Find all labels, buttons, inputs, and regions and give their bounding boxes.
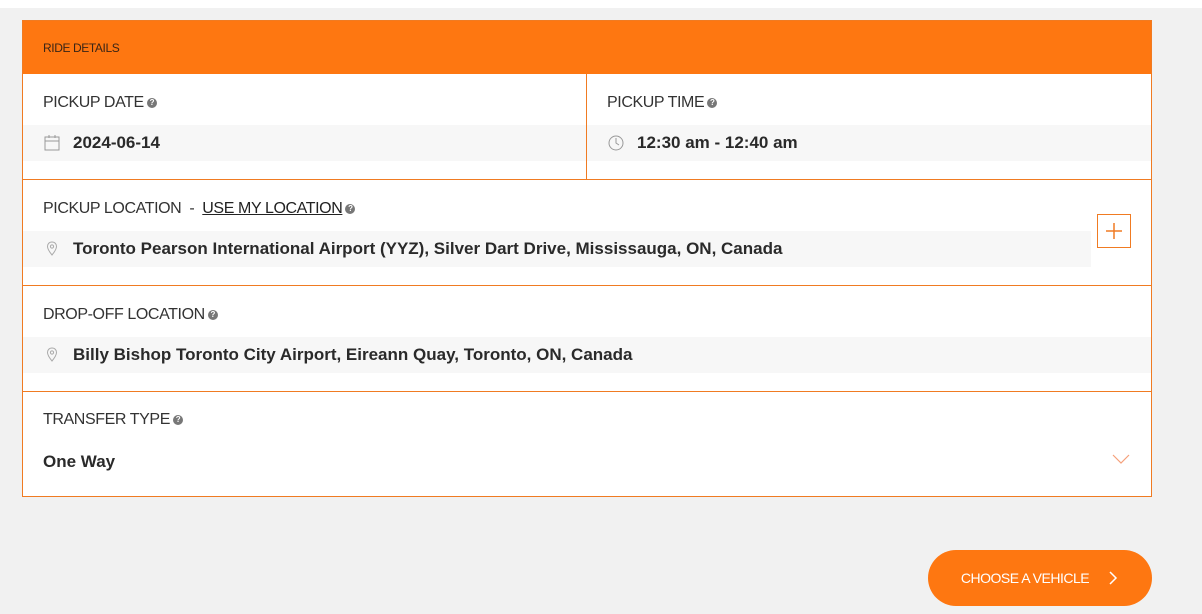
pickup-time-label: PICKUP TIME ? — [607, 94, 718, 112]
pickup-location-label-text: PICKUP LOCATION — [43, 200, 182, 217]
chevron-down-icon[interactable] — [1111, 452, 1131, 466]
transfer-type-label-text: TRANSFER TYPE — [43, 411, 170, 428]
clock-icon — [608, 135, 624, 151]
dropoff-location-input[interactable]: Billy Bishop Toronto City Airport, Eirea… — [23, 337, 1151, 373]
pickup-location-label: PICKUP LOCATION - USE MY LOCATION ? — [43, 200, 356, 218]
transfer-type-label: TRANSFER TYPE ? — [43, 411, 183, 429]
help-icon[interactable]: ? — [707, 98, 718, 108]
use-my-location-link[interactable]: USE MY LOCATION — [202, 200, 343, 218]
add-stop-button[interactable] — [1097, 214, 1131, 248]
transfer-type-row[interactable]: TRANSFER TYPE ? One Way — [23, 391, 1151, 496]
pickup-time-field[interactable]: PICKUP TIME ? 12:30 am - 12:40 am — [587, 74, 1151, 179]
pickup-date-input[interactable]: 2024-06-14 — [23, 125, 586, 161]
pickup-location-value: Toronto Pearson International Airport (Y… — [73, 239, 783, 258]
help-icon[interactable]: ? — [207, 310, 218, 320]
label-separator: - — [189, 200, 195, 217]
calendar-icon — [44, 135, 60, 151]
pickup-location-row: PICKUP LOCATION - USE MY LOCATION ? Toro… — [23, 179, 1151, 285]
pickup-date-field[interactable]: PICKUP DATE ? 2024-06-14 — [23, 74, 587, 179]
dropoff-location-row: DROP-OFF LOCATION ? Billy Bishop Toronto… — [23, 285, 1151, 391]
location-pin-icon — [46, 241, 58, 256]
help-icon[interactable]: ? — [146, 98, 157, 108]
transfer-type-select[interactable]: One Way — [43, 452, 115, 472]
pickup-date-label: PICKUP DATE ? — [43, 94, 157, 112]
dropoff-location-label: DROP-OFF LOCATION ? — [43, 306, 218, 324]
dropoff-location-label-text: DROP-OFF LOCATION — [43, 306, 205, 323]
pickup-time-input[interactable]: 12:30 am - 12:40 am — [587, 125, 1151, 161]
pickup-time-value: 12:30 am - 12:40 am — [637, 133, 798, 152]
help-icon[interactable]: ? — [345, 204, 356, 214]
panel-title: RIDE DETAILS — [43, 40, 120, 55]
panel-header: RIDE DETAILS — [23, 21, 1151, 74]
chevron-right-icon — [1109, 571, 1118, 585]
pickup-location-input[interactable]: Toronto Pearson International Airport (Y… — [23, 231, 1091, 267]
ride-details-panel: RIDE DETAILS PICKUP DATE ? 2024-06-14 PI… — [22, 20, 1152, 497]
choose-vehicle-button[interactable]: CHOOSE A VEHICLE — [928, 550, 1152, 606]
dropoff-location-value: Billy Bishop Toronto City Airport, Eirea… — [73, 345, 633, 364]
pickup-time-label-text: PICKUP TIME — [607, 94, 705, 111]
plus-icon — [1106, 223, 1122, 239]
help-icon[interactable]: ? — [172, 415, 183, 425]
dates-row: PICKUP DATE ? 2024-06-14 PICKUP TIME ? 1… — [23, 74, 1151, 179]
choose-vehicle-label: CHOOSE A VEHICLE — [960, 570, 1090, 586]
pickup-date-label-text: PICKUP DATE — [43, 94, 144, 111]
top-strip — [0, 0, 1202, 8]
location-pin-icon — [46, 347, 58, 362]
pickup-date-value: 2024-06-14 — [73, 133, 160, 152]
